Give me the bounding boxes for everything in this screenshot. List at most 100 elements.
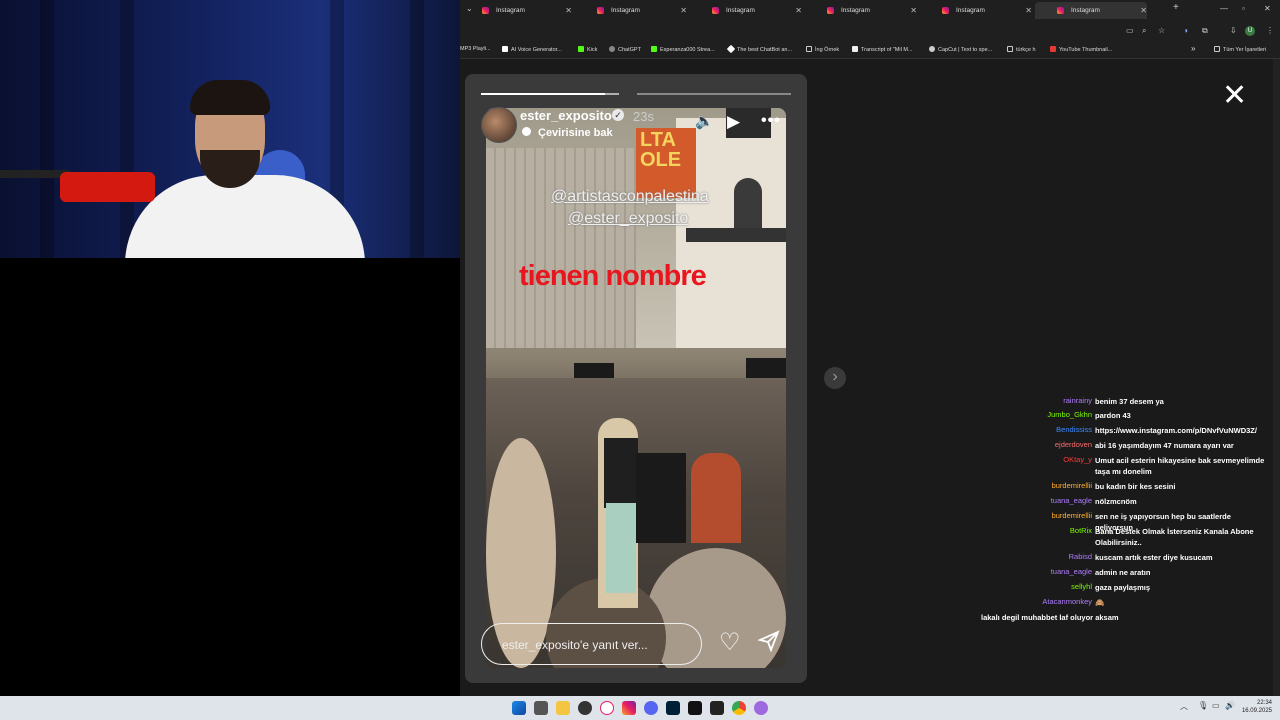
zoom-icon[interactable]: ⌕ [1142,26,1146,36]
story-viewer[interactable]: LTA OLE ester_exposito ✓ 23s Çevirisine … [465,74,807,683]
webcam-feed [0,0,460,258]
bookmark-item[interactable]: türkçe h [1007,46,1036,53]
tab-instagram[interactable]: Instagram ✕ [805,2,917,19]
bookmark-item[interactable]: Esperanza000 Strea... [651,46,715,53]
instagram-icon [827,7,834,14]
bookmark-item[interactable]: MP3 Playli... [460,46,491,52]
clock-date: 16.09.2025 [1241,708,1272,714]
bookmark-item[interactable]: YouTube Thumbnail... [1050,46,1112,53]
close-tab-icon[interactable]: ✕ [795,6,802,15]
instagram-icon [712,7,719,14]
tab-bar: ⌄ Instagram ✕ Instagram ✕ Instagram ✕ In… [460,0,1280,20]
verified-icon: ✓ [612,109,624,121]
folder-icon [1007,46,1013,52]
mention-sticker[interactable]: @artistasconpalestina [551,188,709,206]
podium [636,453,686,543]
menu-dots-icon[interactable]: ⋮ [1266,26,1274,35]
microphone-icon [60,172,155,202]
instagram-icon [1057,7,1064,14]
discord-icon[interactable] [644,701,658,715]
close-viewer-button[interactable]: ✕ [1222,80,1247,112]
folder-icon [1214,46,1220,52]
instagram-icon [482,7,489,14]
story-progress-1 [481,93,605,95]
play-icon[interactable]: ▶ [727,112,740,132]
clock-time: 22:34 [1256,700,1272,706]
bookmark-item[interactable]: The best ChatBot an... [726,44,792,54]
minimize-icon[interactable]: — [1220,4,1228,13]
volume-icon[interactable]: 🔈 [695,112,714,130]
bookmarks-more-button[interactable]: » [1191,44,1195,53]
bookmark-item[interactable]: ChatGPT [609,46,641,53]
start-icon[interactable] [512,701,526,715]
bookmark-favicon-icon [726,44,736,54]
close-tab-icon[interactable]: ✕ [680,6,687,15]
like-heart-icon[interactable]: ♡ [719,631,741,655]
bookmark-item[interactable]: CapCut | Text to spe... [929,46,992,53]
close-window-icon[interactable]: ✕ [1264,4,1271,13]
instagram-icon[interactable] [622,701,636,715]
app-icon[interactable] [578,701,592,715]
opera-icon[interactable] [600,701,614,715]
story-progress-1-rest [605,93,619,95]
file-explorer-icon[interactable] [556,701,570,715]
chatgpt-icon [609,46,615,52]
next-story-button[interactable]: › [824,367,846,389]
bookmark-item[interactable]: İng Örnek [806,46,839,53]
bookmark-favicon-icon [502,46,508,52]
story-text-overlay: tienen nombre [519,260,707,292]
instagram-icon [942,7,949,14]
tab-instagram[interactable]: Instagram ✕ [575,2,687,19]
downloads-icon[interactable]: ⇩ [1230,26,1237,35]
app-icon[interactable] [754,701,768,715]
screen-cast-icon[interactable]: ▭ [1126,26,1134,35]
close-tab-icon[interactable]: ✕ [910,6,917,15]
tab-instagram[interactable]: Instagram ✕ [920,2,1032,19]
network-icon[interactable]: ▭ [1212,701,1220,710]
tab-instagram[interactable]: Instagram ✕ [690,2,802,19]
translate-link[interactable]: Çevirisine bak [538,127,613,139]
tab-instagram[interactable]: Instagram ✕ [460,2,572,19]
mention-sticker[interactable]: @ester_exposito [568,210,688,228]
story-username[interactable]: ester_exposito [520,108,612,123]
tray-chevron-icon[interactable]: ︿ [1180,701,1188,712]
tiktok-icon[interactable] [688,701,702,715]
avatar[interactable]: U [1245,26,1255,36]
close-tab-icon[interactable]: ✕ [1140,6,1147,15]
bookmark-item[interactable]: Transcript of "Mil M... [852,46,913,53]
extensions-icon[interactable]: ⧉ [1202,26,1208,36]
folder-icon [806,46,812,52]
tab-instagram-active[interactable]: Instagram ✕ [1035,2,1147,19]
translate-icon [522,127,531,136]
browser-toolbar: ▭ ⌕ ☆ ◗ ⧉ ⇩ U ⋮ [460,20,1280,42]
maximize-icon[interactable]: ▫ [1242,4,1245,13]
bookmark-favicon-icon [852,46,858,52]
instagram-icon [597,7,604,14]
task-view-icon[interactable] [534,701,548,715]
capcut-icon[interactable] [710,701,724,715]
bookmark-item[interactable]: Kick [578,46,597,53]
sign-text: LTA OLE [640,129,682,171]
mic-icon[interactable]: 🎙 [1198,701,1208,710]
all-bookmarks-button[interactable]: Tüm Yer İşaretleri [1214,46,1266,53]
capcut-icon [929,46,935,52]
close-tab-icon[interactable]: ✕ [1025,6,1032,15]
share-send-icon[interactable] [757,629,781,658]
chrome-icon[interactable] [732,701,746,715]
volume-icon[interactable]: 🔊 [1225,701,1235,710]
chat-overlay: rainrainy benim 37 desem ya Jumbo_Gkhn par… [981,396,1265,622]
clock[interactable]: 22:34 16.09.2025 [1236,699,1272,715]
youtube-icon [1050,46,1056,52]
photoshop-icon[interactable] [666,701,680,715]
bookmark-star-icon[interactable]: ☆ [1158,26,1165,35]
story-progress-2 [637,93,791,95]
kick-icon [651,46,657,52]
read-aloud-icon[interactable]: ◗ [1184,26,1189,35]
new-tab-button[interactable]: + [1173,2,1179,13]
avatar[interactable] [481,107,517,143]
reply-input[interactable]: ester_exposito'e yanıt ver... [481,623,702,665]
bookmark-item[interactable]: AI Voice Generator... [502,46,562,53]
close-tab-icon[interactable]: ✕ [565,6,572,15]
story-time: 23s [633,109,654,124]
more-options-icon[interactable]: ••• [761,112,781,130]
